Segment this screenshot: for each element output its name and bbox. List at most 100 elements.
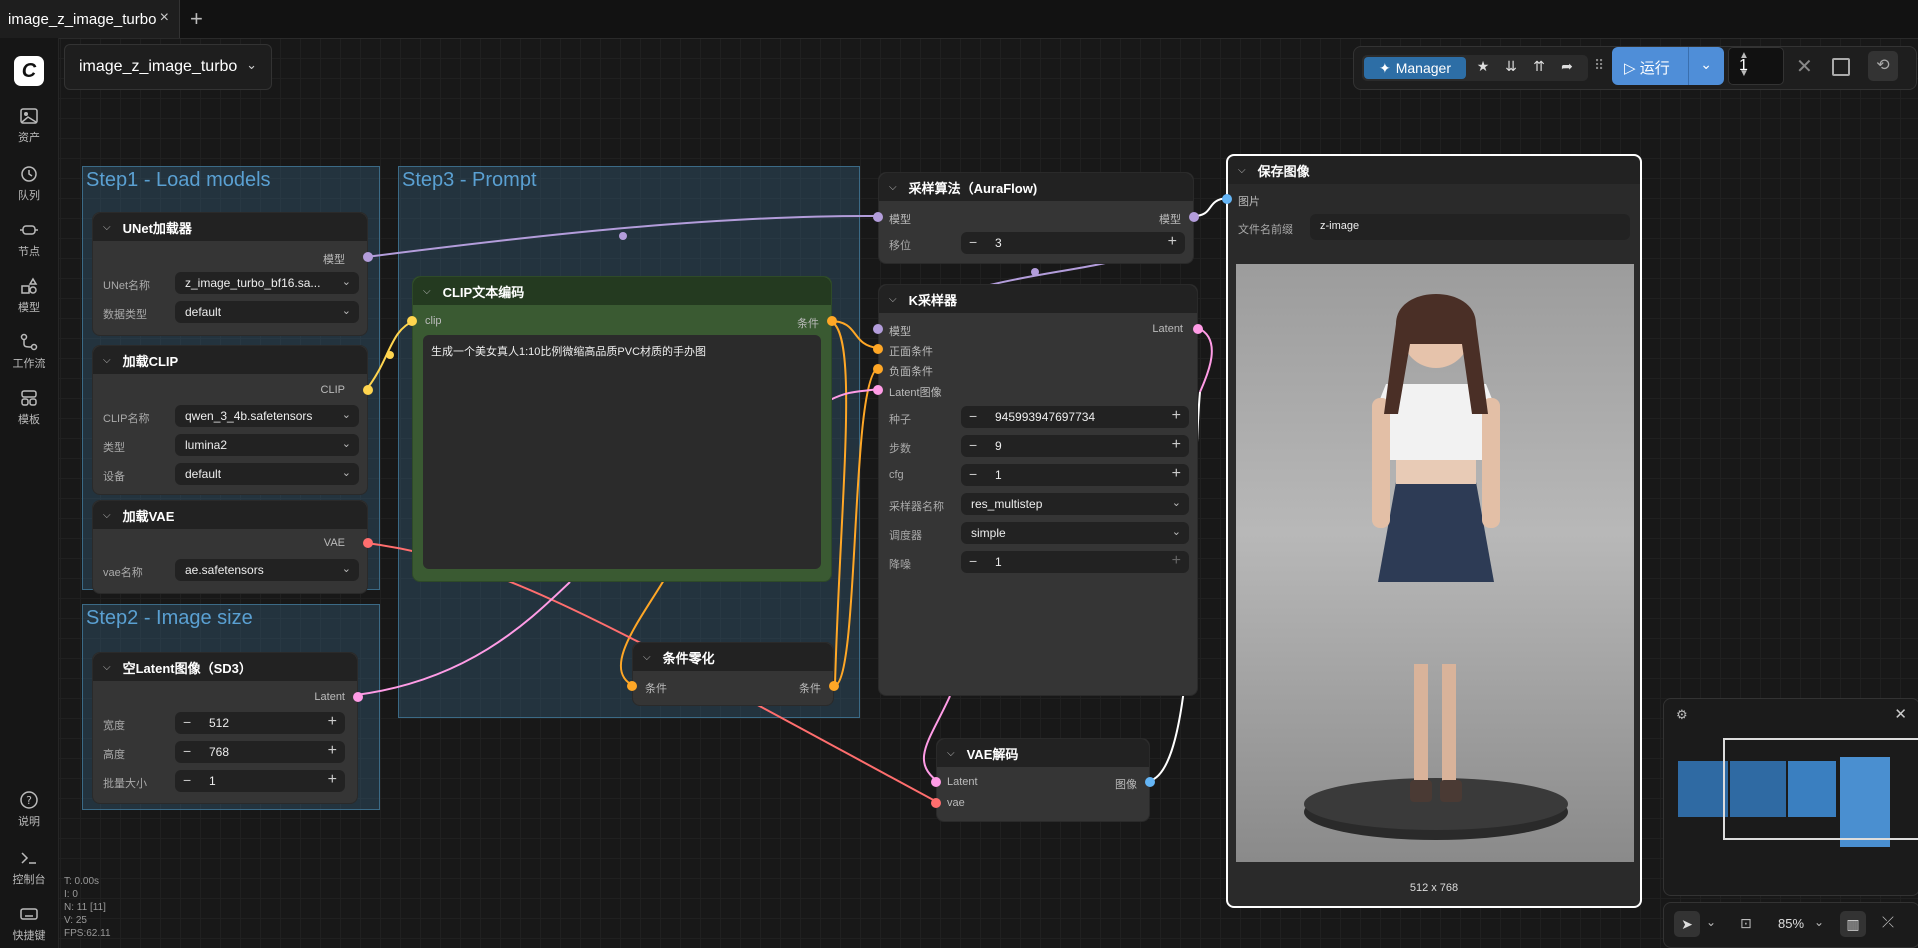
zoom-level[interactable]: 85% [1778,916,1804,931]
scheduler-select[interactable]: simple ⌄ [961,522,1189,544]
stop-icon[interactable] [1832,58,1850,76]
input-port[interactable] [627,681,637,691]
manager-group: ✦ Manager ★ ⇊ ⇈ ➦ [1362,55,1588,81]
stat-time: T: 0.00s [64,876,100,887]
terminal-icon [21,852,36,864]
sidebar-item-nodes[interactable]: 节点 [0,220,58,259]
output-port[interactable] [827,316,837,326]
sidebar-item-help[interactable]: ? 说明 [0,790,58,829]
field-label: vae名称 [103,567,143,579]
node-title: ⌵ 空Latent图像（SD3） [93,653,357,681]
output-port[interactable] [1189,212,1199,222]
minus-icon: − [969,466,978,482]
seed-stepper[interactable]: −945993947697734 + [961,406,1189,428]
output-port[interactable] [353,692,363,702]
sidebar-item-shortcuts[interactable]: 快捷键 [0,904,58,943]
sidebar-item-queue[interactable]: 队列 [0,164,58,203]
minus-icon: − [183,714,192,730]
share-icon[interactable]: ➦ [1556,58,1578,78]
node-clip-text-encode[interactable]: ⌵ CLIP文本编码 clip 条件 生成一个美女真人1:10比例微缩高品质PVC… [407,276,837,582]
sidebar-item-label: 节点 [18,246,40,258]
node-vae-decode[interactable]: ⌵ VAE解码 Latent vae 图像 [931,738,1155,822]
minimap[interactable]: ⚙ ✕ [1663,698,1918,896]
sidebar-item-workflows[interactable]: 工作流 [0,332,58,371]
sidebar-item-templates[interactable]: 模板 [0,388,58,427]
steps-stepper[interactable]: −9 + [961,435,1189,457]
workflow-selector[interactable]: image_z_image_turbo ⌄ [64,44,272,90]
node-clip-loader[interactable]: ⌵ 加载CLIP CLIP CLIP名称 qwen_3_4b.safetensor… [92,345,373,495]
pointer-icon[interactable]: ➤ [1674,911,1700,937]
link-visibility-icon[interactable]: ⤫ [1882,914,1894,931]
filename-prefix-input[interactable]: z-image [1310,214,1630,240]
node-unet-loader[interactable]: ⌵ UNet加载器 模型 UNet名称 z_image_turbo_bf16.sa… [92,212,373,336]
input-port[interactable] [873,385,883,395]
denoise-stepper[interactable]: −1 + [961,551,1189,573]
drag-handle-icon[interactable]: ⠿ [1594,57,1604,74]
node-save-image[interactable]: ⌵ 保存图像 图片 文件名前缀 z-image 512 x 768 [1222,154,1642,908]
node-title: ⌵ 条件零化 [633,643,833,671]
input-label: 正面条件 [889,346,933,358]
star-icon[interactable]: ★ [1472,58,1494,78]
template-icon [21,390,37,406]
sidebar-item-label: 资产 [18,132,40,144]
model-update-icon[interactable]: ⇈ [1528,58,1550,78]
chevron-down-icon[interactable]: ⌄ [1814,915,1824,929]
output-port[interactable] [829,681,839,691]
output-port[interactable] [1193,324,1203,334]
map-icon[interactable]: ▥ [1840,911,1866,937]
clip-type-select[interactable]: lumina2 ⌄ [175,434,359,456]
shift-stepper[interactable]: −3 + [961,232,1185,254]
vae-name-select[interactable]: ae.safetensors ⌄ [175,559,359,581]
sidebar-item-label: 说明 [18,816,40,828]
sidebar-item-console[interactable]: 控制台 [0,848,58,887]
node-model-sampling-auraflow[interactable]: ⌵ 采样算法（AuraFlow) 模型 模型 移位 −3 + [873,172,1199,264]
dtype-select[interactable]: default ⌄ [175,301,359,323]
field-label: 数据类型 [103,309,147,321]
field-label: CLIP名称 [103,413,150,425]
field-label: 移位 [889,240,911,252]
input-port[interactable] [873,212,883,222]
node-title: ⌵ 保存图像 [1228,156,1640,184]
input-port[interactable] [931,798,941,808]
input-port[interactable] [931,777,941,787]
manager-button[interactable]: ✦ Manager [1364,57,1466,79]
output-port[interactable] [363,252,373,262]
cfg-stepper[interactable]: −1 + [961,464,1189,486]
run-button[interactable]: ▷ 运行 ⌄ [1612,47,1724,85]
node-ksampler[interactable]: ⌵ K采样器 模型 正面条件 负面条件 Latent图像 Latent 种子 −9… [873,284,1203,696]
cancel-icon[interactable]: ✕ [1796,54,1813,79]
output-port[interactable] [363,538,373,548]
field-label: UNet名称 [103,280,151,292]
field-label: 种子 [889,414,911,426]
chevron-down-icon: ⌄ [1171,526,1181,538]
chevron-down-icon: ⌄ [341,563,351,575]
unet-name-select[interactable]: z_image_turbo_bf16.sa... ⌄ [175,272,359,294]
sidebar-item-assets[interactable]: 资产 [0,106,58,145]
chevron-down-icon[interactable]: ⌄ [1706,915,1716,929]
input-port[interactable] [1222,194,1232,204]
fit-view-icon[interactable]: ⊡ [1740,915,1752,932]
node-empty-latent[interactable]: ⌵ 空Latent图像（SD3） Latent 宽度 −512 + 高度 −768 +… [92,652,363,804]
input-port[interactable] [873,324,883,334]
clip-name-select[interactable]: qwen_3_4b.safetensors ⌄ [175,405,359,427]
device-select[interactable]: default ⌄ [175,463,359,485]
queue-history-icon[interactable]: ⟲ [1868,51,1898,81]
output-port[interactable] [363,385,373,395]
queue-count-input[interactable]: 1 ▲ ▼ [1728,47,1784,85]
input-port[interactable] [873,344,883,354]
app-logo[interactable]: C [14,56,44,86]
node-conditioning-zero-out[interactable]: ⌵ 条件零化 条件 条件 [627,642,839,706]
sampler-select[interactable]: res_multistep ⌄ [961,493,1189,515]
model-download-icon[interactable]: ⇊ [1500,58,1522,78]
output-label: 图像 [1115,779,1137,791]
width-stepper[interactable]: −512 + [175,712,345,734]
input-port[interactable] [873,364,883,374]
model-icon [21,277,38,294]
output-port[interactable] [1145,777,1155,787]
node-vae-loader[interactable]: ⌵ 加载VAE VAE vae名称 ae.safetensors ⌄ [92,500,373,594]
height-stepper[interactable]: −768 + [175,741,345,763]
prompt-textarea[interactable]: 生成一个美女真人1:10比例微缩高品质PVC材质的手办图 [423,335,821,569]
input-port[interactable] [407,316,417,326]
batch-size-stepper[interactable]: −1 + [175,770,345,792]
sidebar-item-models[interactable]: 模型 [0,276,58,315]
